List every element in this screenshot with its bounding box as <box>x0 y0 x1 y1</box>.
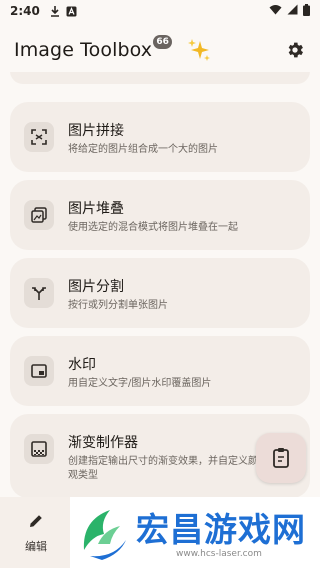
notification-a-icon <box>66 6 77 17</box>
watermark-icon <box>24 356 54 386</box>
tool-title: 图片堆叠 <box>68 201 124 217</box>
version-badge: 66 <box>153 35 173 49</box>
watermark-text: 宏昌游戏网 <box>136 510 306 549</box>
nav-edit[interactable]: 编辑 <box>0 497 72 568</box>
tool-title: 图片拼接 <box>68 123 124 139</box>
settings-button[interactable] <box>284 39 306 61</box>
signal-icon <box>287 4 298 18</box>
tool-subtitle: 用自定义文字/图片水印覆盖图片 <box>68 378 212 389</box>
app-title: Image Toolbox <box>14 39 153 61</box>
battery-icon <box>303 3 310 19</box>
gear-icon <box>288 42 303 58</box>
bottom-nav: 编辑 宏昌游戏网 www.hcs-laser.com <box>0 497 320 568</box>
tool-subtitle: 将给定的图片组合成一个大的图片 <box>68 144 218 155</box>
tool-card-split[interactable]: 图片分割 按行或列分割单张图片 <box>10 258 310 328</box>
app-bar: Image Toolbox 66 <box>0 28 320 72</box>
tool-card-watermark[interactable]: 水印 用自定义文字/图片水印覆盖图片 <box>10 336 310 406</box>
sparkles-icon[interactable] <box>186 37 212 63</box>
tool-title: 图片分割 <box>68 279 124 295</box>
nav-edit-label: 编辑 <box>25 539 47 553</box>
pencil-icon <box>30 514 42 527</box>
tool-subtitle: 使用选定的混合模式将图片堆叠在一起 <box>68 222 238 233</box>
gradient-icon <box>24 434 54 464</box>
download-icon <box>50 5 60 17</box>
tool-card-partial[interactable] <box>10 72 310 84</box>
collage-icon <box>24 122 54 152</box>
status-bar: 2:40 <box>0 0 320 22</box>
status-time: 2:40 <box>10 4 40 18</box>
tool-title: 渐变制作器 <box>68 435 138 451</box>
stack-icon <box>24 200 54 230</box>
tool-subtitle: 按行或列分割单张图片 <box>68 300 168 311</box>
wifi-icon <box>269 4 282 18</box>
split-icon <box>24 278 54 308</box>
watermark-logo <box>83 510 126 560</box>
paste-fab[interactable] <box>256 433 306 483</box>
clipboard-icon <box>273 448 289 468</box>
tool-title: 水印 <box>68 357 96 373</box>
watermark-overlay: 宏昌游戏网 www.hcs-laser.com <box>70 497 320 568</box>
watermark-url: www.hcs-laser.com <box>176 549 262 559</box>
tool-card-collage[interactable]: 图片拼接 将给定的图片组合成一个大的图片 <box>10 102 310 172</box>
tool-card-stack[interactable]: 图片堆叠 使用选定的混合模式将图片堆叠在一起 <box>10 180 310 250</box>
